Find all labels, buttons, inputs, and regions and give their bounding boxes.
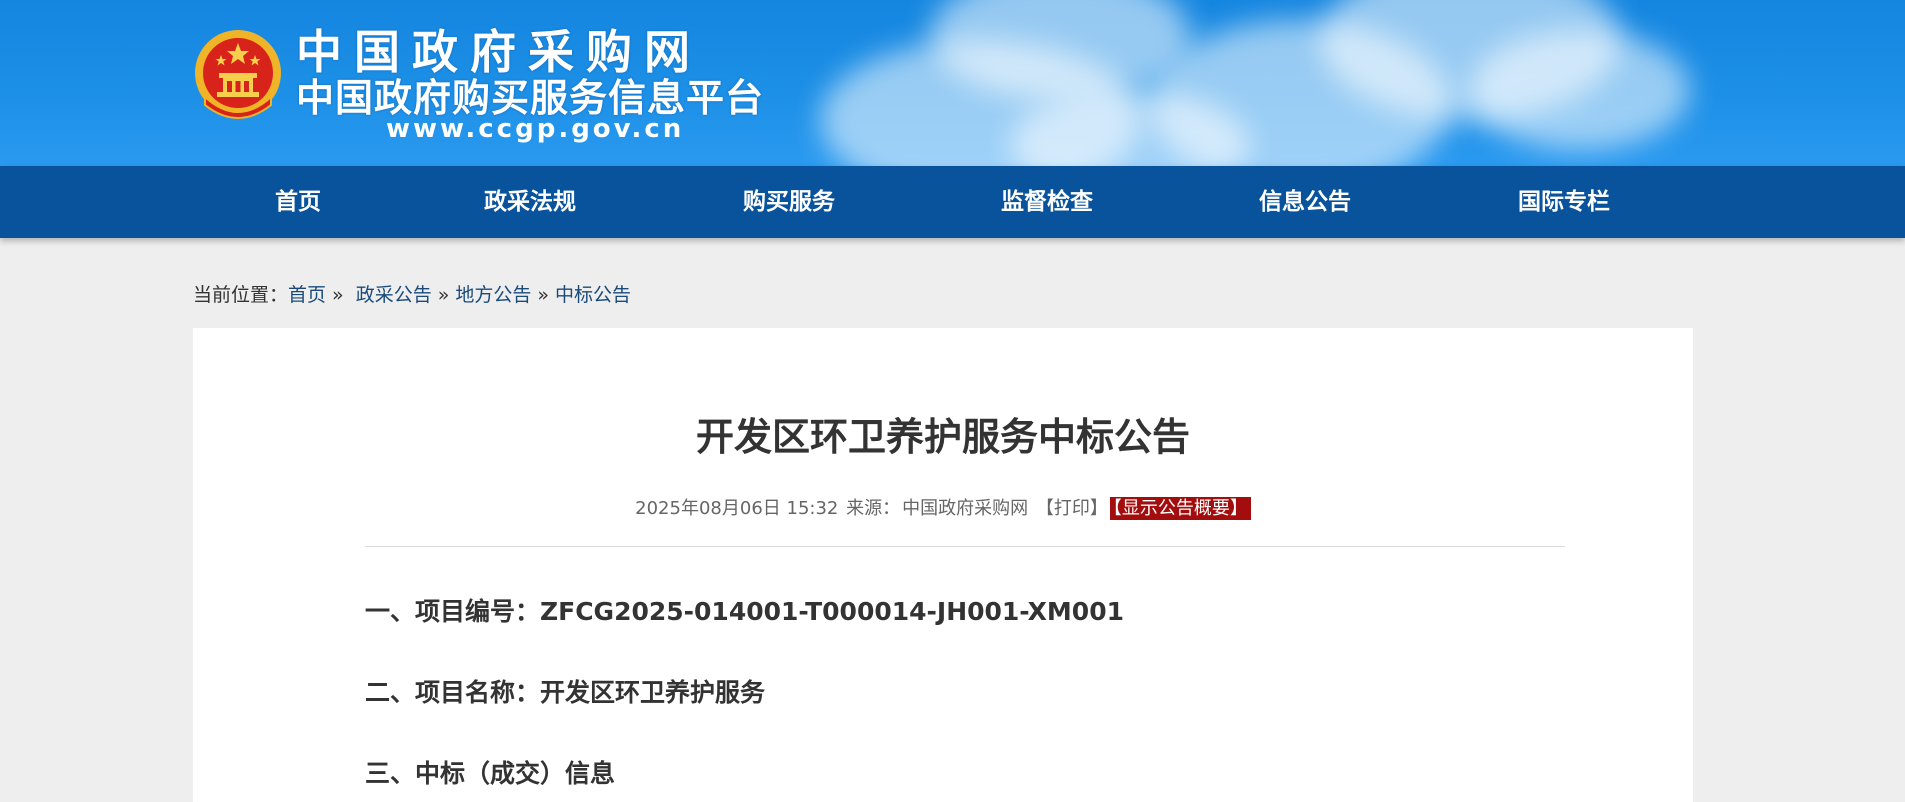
site-header-banner: 中国政府采购网 中国政府购买服务信息平台 www.ccgp.gov.cn [0, 0, 1905, 166]
breadcrumb: 当前位置：首页» 政采公告» 地方公告» 中标公告 [193, 280, 631, 310]
main-nav: 首页 政采法规 购买服务 监督检查 信息公告 国际专栏 [0, 166, 1905, 238]
breadcrumb-link-local[interactable]: 地方公告 [455, 284, 531, 306]
publish-date: 2025年08月06日 15:32 [635, 498, 839, 519]
article-panel: 开发区环卫养护服务中标公告 2025年08月06日 15:32 来源： 中国政府采… [193, 328, 1693, 802]
national-emblem-icon [195, 30, 281, 119]
nav-item-home[interactable]: 首页 [218, 166, 378, 238]
nav-item-announcements[interactable]: 信息公告 [1225, 166, 1385, 238]
breadcrumb-link-award[interactable]: 中标公告 [555, 284, 631, 306]
site-title[interactable]: 中国政府采购网 [296, 26, 702, 78]
breadcrumb-separator: » [537, 284, 549, 306]
nav-item-international[interactable]: 国际专栏 [1484, 166, 1644, 238]
breadcrumb-separator: » [437, 284, 450, 306]
source-name: 中国政府采购网 [902, 498, 1029, 519]
cloud-decoration [1470, 30, 1690, 150]
show-summary-button[interactable]: 【显示公告概要】 [1109, 497, 1251, 520]
nav-item-supervision[interactable]: 监督检查 [967, 166, 1127, 238]
section-award-info: 三、中标（成交）信息 [365, 759, 616, 788]
article-meta: 2025年08月06日 15:32 来源： 中国政府采购网 【打印】 【显示公告概要… [193, 496, 1693, 522]
section-project-name: 二、项目名称：开发区环卫养护服务 [365, 678, 766, 707]
nav-item-regulations[interactable]: 政采法规 [450, 166, 610, 238]
breadcrumb-link-procurement[interactable]: 政采公告 [356, 284, 432, 306]
breadcrumb-separator: » [332, 284, 344, 306]
breadcrumb-prefix: 当前位置： [193, 284, 289, 306]
article-title: 开发区环卫养护服务中标公告 [695, 415, 1190, 459]
meta-divider [365, 546, 1565, 547]
site-url: www.ccgp.gov.cn [386, 114, 685, 144]
print-button[interactable]: 【打印】 [1036, 498, 1108, 519]
breadcrumb-link-home[interactable]: 首页 [288, 284, 326, 306]
nav-item-purchase-services[interactable]: 购买服务 [709, 166, 869, 238]
source-label: 来源： [846, 498, 901, 519]
section-project-number: 一、项目编号：ZFCG2025-014001-T000014-JH001-XM0… [365, 597, 1124, 626]
